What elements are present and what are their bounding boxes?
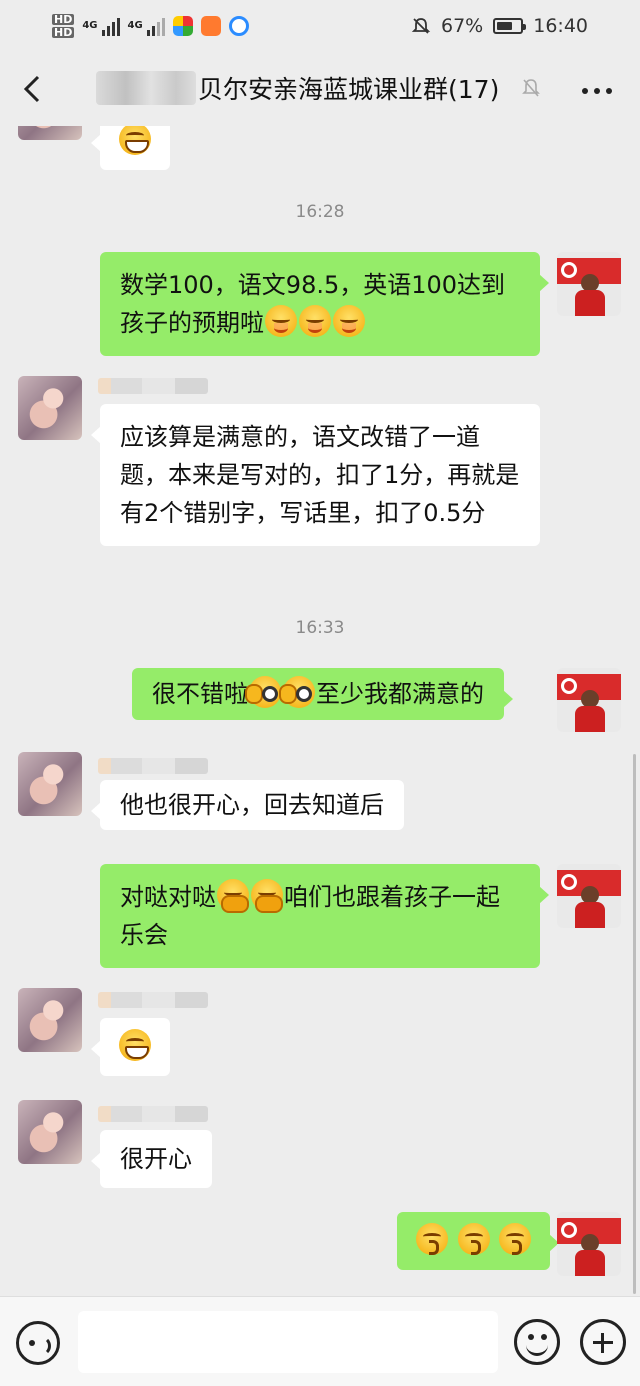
- message-text: 应该算是满意的，语文改错了一道题，本来是写对的，扣了1分，再就是有2个错别字，写…: [120, 423, 520, 527]
- message-text: 他也很开心，回去知道后: [120, 791, 384, 819]
- avatar-self[interactable]: [557, 252, 621, 316]
- title-area: 贝尔安亲海蓝城课业群(17): [96, 70, 543, 106]
- scrollbar[interactable]: [633, 754, 636, 1294]
- hd-icon: HD HD: [52, 13, 75, 39]
- avatar[interactable]: [18, 988, 82, 1052]
- hug-emoji-icon: [217, 879, 249, 913]
- kiss-emoji-icon: [499, 1223, 532, 1255]
- grin-emoji-icon: [119, 1029, 151, 1061]
- browser-app-icon: [228, 16, 249, 36]
- message-bubble-outgoing[interactable]: 数学100，语文98.5，英语100达到孩子的预期啦: [100, 252, 549, 356]
- message-bubble-outgoing[interactable]: 很不错啦 至少我都满意的: [132, 668, 513, 720]
- smile-emoji-icon: [299, 305, 331, 337]
- chat-header: 贝尔安亲海蓝城课业群(17): [0, 52, 640, 126]
- bell-off-status-icon: [411, 18, 431, 34]
- timestamp: 16:28: [295, 202, 345, 222]
- hug-emoji-icon: [251, 879, 283, 913]
- timestamp: 16:33: [295, 618, 345, 638]
- message-bubble-incoming[interactable]: 很开心: [91, 1130, 212, 1188]
- message-text: 很开心: [120, 1145, 192, 1173]
- message-input[interactable]: [78, 1311, 498, 1373]
- battery-percent: 67%: [441, 15, 484, 37]
- avatar[interactable]: [18, 376, 82, 440]
- voice-icon[interactable]: [16, 1321, 60, 1365]
- avatar-self[interactable]: [557, 1212, 621, 1276]
- avatar[interactable]: [18, 1100, 82, 1164]
- network-label: 4G: [82, 20, 98, 31]
- more-dots-icon[interactable]: [582, 88, 612, 94]
- message-bubble-incoming[interactable]: [91, 1018, 170, 1076]
- grin-emoji-icon: [119, 126, 151, 155]
- blurred-nickname: [98, 378, 208, 394]
- kiss-emoji-icon: [457, 1223, 490, 1255]
- chat-message-list[interactable]: 16:28 数学100，语文98.5，英语100达到孩子的预期啦 应该算是满意的…: [0, 126, 640, 1296]
- network-label-2: 4G: [127, 20, 143, 31]
- bell-off-icon: [522, 79, 541, 97]
- message-bubble-incoming[interactable]: 他也很开心，回去知道后: [91, 780, 404, 830]
- chevron-left-icon[interactable]: [18, 74, 48, 104]
- smile-emoji-icon: [333, 305, 365, 337]
- plus-circle-icon[interactable]: [580, 1319, 626, 1365]
- signal-icon: [101, 16, 120, 36]
- blurred-name-prefix: [96, 71, 196, 105]
- status-bar-left: HD HD 4G 4G: [52, 14, 249, 38]
- avatar-self[interactable]: [557, 864, 621, 928]
- blurred-nickname: [98, 758, 208, 774]
- signal-icon-2: [146, 16, 165, 36]
- message-bubble-outgoing[interactable]: 对哒对哒 咱们也跟着孩子一起乐会: [100, 864, 549, 968]
- message-text: 很不错啦: [152, 680, 248, 708]
- message-bubble-incoming[interactable]: [91, 126, 170, 170]
- battery-icon: [493, 18, 527, 34]
- app-notification-icon: [172, 16, 193, 36]
- avatar[interactable]: [18, 752, 82, 816]
- avatar[interactable]: [18, 126, 82, 140]
- kiss-emoji-icon: [416, 1223, 448, 1255]
- message-bubble-outgoing[interactable]: [397, 1212, 560, 1270]
- message-text: 对哒对哒: [120, 883, 216, 911]
- smile-emoji-icon: [265, 305, 297, 337]
- emoji-face-icon[interactable]: [514, 1319, 560, 1365]
- message-bubble-incoming[interactable]: 应该算是满意的，语文改错了一道题，本来是写对的，扣了1分，再就是有2个错别字，写…: [91, 404, 540, 546]
- wink-emoji-icon: [245, 676, 281, 708]
- blurred-nickname: [98, 992, 208, 1008]
- message-text: 至少我都满意的: [316, 680, 484, 708]
- chat-title: 贝尔安亲海蓝城课业群(17): [198, 75, 500, 104]
- input-bar: [0, 1296, 640, 1386]
- status-bar-right: 67% 16:40: [411, 15, 588, 37]
- avatar-self[interactable]: [557, 668, 621, 732]
- status-bar: HD HD 4G 4G 67% 16:40: [0, 0, 640, 52]
- clock: 16:40: [533, 15, 588, 37]
- blurred-nickname: [98, 1106, 208, 1122]
- video-app-icon: [200, 16, 221, 36]
- wink-emoji-icon: [279, 676, 315, 708]
